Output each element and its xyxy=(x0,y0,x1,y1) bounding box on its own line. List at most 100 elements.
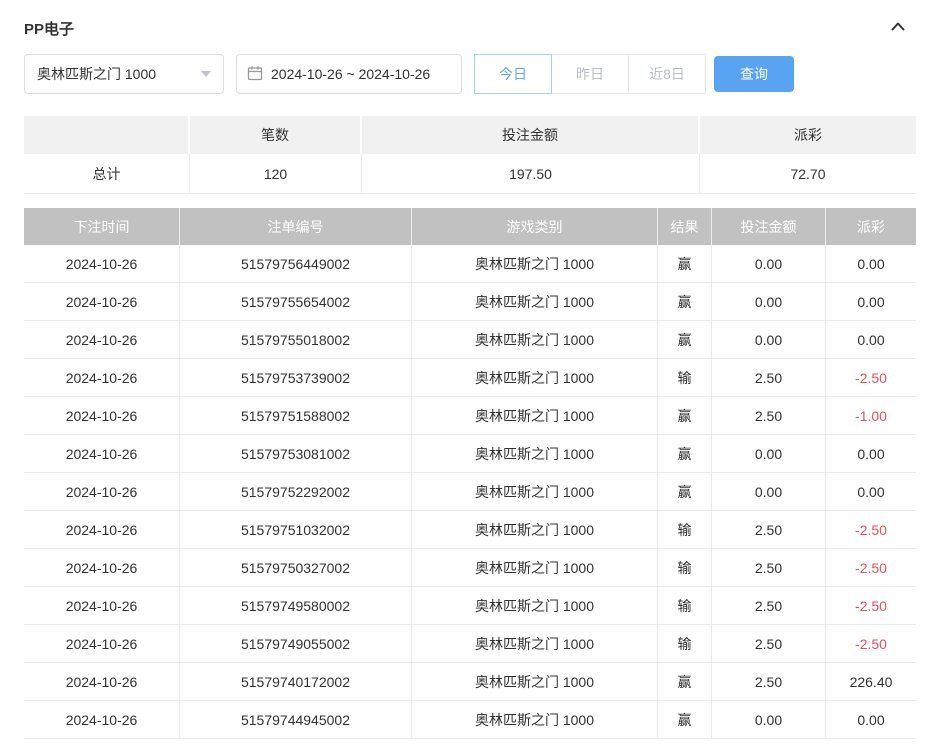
bet-id-cell: 51579751032002 xyxy=(180,511,412,548)
bet-id-cell: 51579744945002 xyxy=(180,701,412,738)
bet-id-cell: 51579751588002 xyxy=(180,397,412,434)
result-cell: 输 xyxy=(658,625,712,662)
summary-total-count: 120 xyxy=(190,154,362,193)
bet-amount-cell: 2.50 xyxy=(712,625,826,662)
bet-id-cell: 51579755654002 xyxy=(180,283,412,320)
table-row: 2024-10-26 51579740172002 奥林匹斯之门 1000 赢 … xyxy=(24,663,916,701)
result-cell: 赢 xyxy=(658,397,712,434)
payout-cell: -2.50 xyxy=(855,369,887,386)
summary-total-row: 总计 120 197.50 72.70 xyxy=(24,154,916,194)
game-category-cell: 奥林匹斯之门 1000 xyxy=(412,663,658,700)
table-row: 2024-10-26 51579753739002 奥林匹斯之门 1000 输 … xyxy=(24,359,916,397)
game-select[interactable]: 奥林匹斯之门 1000 xyxy=(24,54,224,94)
summary-table: 笔数 投注金额 派彩 总计 120 197.50 72.70 xyxy=(24,116,916,194)
bet-header-game: 游戏类别 xyxy=(412,208,658,245)
payout-cell: -2.50 xyxy=(855,521,887,538)
bet-time-cell: 2024-10-26 xyxy=(24,549,180,586)
bet-header-result: 结果 xyxy=(658,208,712,245)
bet-time-cell: 2024-10-26 xyxy=(24,701,180,738)
summary-header-blank xyxy=(24,116,190,154)
panel-title: PP电子 xyxy=(24,20,75,38)
bet-time-cell: 2024-10-26 xyxy=(24,435,180,472)
table-row: 2024-10-26 51579755654002 奥林匹斯之门 1000 赢 … xyxy=(24,283,916,321)
payout-cell: -2.50 xyxy=(855,559,887,576)
bet-amount-cell: 2.50 xyxy=(712,587,826,624)
result-cell: 输 xyxy=(658,587,712,624)
pp-electronic-panel: PP电子 奥林匹斯之门 1000 2024-10-26 ~ 2024-10-26… xyxy=(0,0,928,739)
quick-date-buttons: 今日 昨日 近8日 xyxy=(474,54,706,94)
game-category-cell: 奥林匹斯之门 1000 xyxy=(412,245,658,282)
result-cell: 输 xyxy=(658,549,712,586)
table-row: 2024-10-26 51579749055002 奥林匹斯之门 1000 输 … xyxy=(24,625,916,663)
summary-header-count: 笔数 xyxy=(190,116,362,154)
caret-down-icon xyxy=(201,71,211,77)
today-button[interactable]: 今日 xyxy=(474,54,552,94)
bet-id-cell: 51579749055002 xyxy=(180,625,412,662)
bet-amount-cell: 2.50 xyxy=(712,397,826,434)
game-select-value: 奥林匹斯之门 1000 xyxy=(37,66,157,82)
payout-cell: 0.00 xyxy=(857,255,885,272)
bet-header-amount: 投注金额 xyxy=(712,208,826,245)
last-8-days-button[interactable]: 近8日 xyxy=(628,54,706,94)
date-range-value: 2024-10-26 ~ 2024-10-26 xyxy=(271,66,431,82)
table-row: 2024-10-26 51579752292002 奥林匹斯之门 1000 赢 … xyxy=(24,473,916,511)
bet-table-header-row: 下注时间 注单编号 游戏类别 结果 投注金额 派彩 xyxy=(24,208,916,245)
date-range-picker[interactable]: 2024-10-26 ~ 2024-10-26 xyxy=(236,54,462,94)
table-row: 2024-10-26 51579750327002 奥林匹斯之门 1000 输 … xyxy=(24,549,916,587)
bet-records-table: 下注时间 注单编号 游戏类别 结果 投注金额 派彩 2024-10-26 515… xyxy=(24,208,916,739)
table-row: 2024-10-26 51579751032002 奥林匹斯之门 1000 输 … xyxy=(24,511,916,549)
bet-header-payout: 派彩 xyxy=(857,218,885,235)
bet-time-cell: 2024-10-26 xyxy=(24,321,180,358)
bet-time-cell: 2024-10-26 xyxy=(24,625,180,662)
bet-amount-cell: 0.00 xyxy=(712,321,826,358)
payout-cell: 0.00 xyxy=(857,331,885,348)
table-row: 2024-10-26 51579744945002 奥林匹斯之门 1000 赢 … xyxy=(24,701,916,739)
payout-cell: 0.00 xyxy=(857,483,885,500)
bet-amount-cell: 0.00 xyxy=(712,701,826,738)
search-button[interactable]: 查询 xyxy=(714,56,794,92)
game-category-cell: 奥林匹斯之门 1000 xyxy=(412,283,658,320)
result-cell: 赢 xyxy=(658,663,712,700)
bet-time-cell: 2024-10-26 xyxy=(24,359,180,396)
game-category-cell: 奥林匹斯之门 1000 xyxy=(412,625,658,662)
result-cell: 输 xyxy=(658,511,712,548)
table-row: 2024-10-26 51579749580002 奥林匹斯之门 1000 输 … xyxy=(24,587,916,625)
table-row: 2024-10-26 51579753081002 奥林匹斯之门 1000 赢 … xyxy=(24,435,916,473)
summary-total-label: 总计 xyxy=(24,154,190,193)
payout-cell: 226.40 xyxy=(849,673,893,690)
bet-id-cell: 51579753739002 xyxy=(180,359,412,396)
table-row: 2024-10-26 51579751588002 奥林匹斯之门 1000 赢 … xyxy=(24,397,916,435)
result-cell: 赢 xyxy=(658,435,712,472)
summary-total-bet-amount: 197.50 xyxy=(362,154,700,193)
bet-id-cell: 51579740172002 xyxy=(180,663,412,700)
bet-amount-cell: 2.50 xyxy=(712,549,826,586)
game-category-cell: 奥林匹斯之门 1000 xyxy=(412,701,658,738)
collapse-panel-button[interactable] xyxy=(888,18,908,38)
payout-cell: 0.00 xyxy=(857,445,885,462)
result-cell: 赢 xyxy=(658,321,712,358)
summary-total-payout: 72.70 xyxy=(790,165,826,182)
payout-cell: 0.00 xyxy=(857,293,885,310)
game-category-cell: 奥林匹斯之门 1000 xyxy=(412,397,658,434)
summary-header-bet-amount: 投注金额 xyxy=(362,116,700,154)
game-category-cell: 奥林匹斯之门 1000 xyxy=(412,511,658,548)
bet-header-bet-id: 注单编号 xyxy=(180,208,412,245)
payout-cell: -1.00 xyxy=(855,407,887,424)
result-cell: 赢 xyxy=(658,473,712,510)
summary-header-row: 笔数 投注金额 派彩 xyxy=(24,116,916,154)
bet-id-cell: 51579752292002 xyxy=(180,473,412,510)
bet-header-time: 下注时间 xyxy=(24,208,180,245)
game-category-cell: 奥林匹斯之门 1000 xyxy=(412,435,658,472)
bet-amount-cell: 0.00 xyxy=(712,435,826,472)
bet-id-cell: 51579750327002 xyxy=(180,549,412,586)
result-cell: 赢 xyxy=(658,283,712,320)
bet-id-cell: 51579756449002 xyxy=(180,245,412,282)
bet-time-cell: 2024-10-26 xyxy=(24,511,180,548)
yesterday-button[interactable]: 昨日 xyxy=(551,54,629,94)
game-category-cell: 奥林匹斯之门 1000 xyxy=(412,549,658,586)
panel-header: PP电子 xyxy=(24,16,916,40)
result-cell: 赢 xyxy=(658,245,712,282)
bet-time-cell: 2024-10-26 xyxy=(24,245,180,282)
bet-id-cell: 51579753081002 xyxy=(180,435,412,472)
bet-time-cell: 2024-10-26 xyxy=(24,397,180,434)
